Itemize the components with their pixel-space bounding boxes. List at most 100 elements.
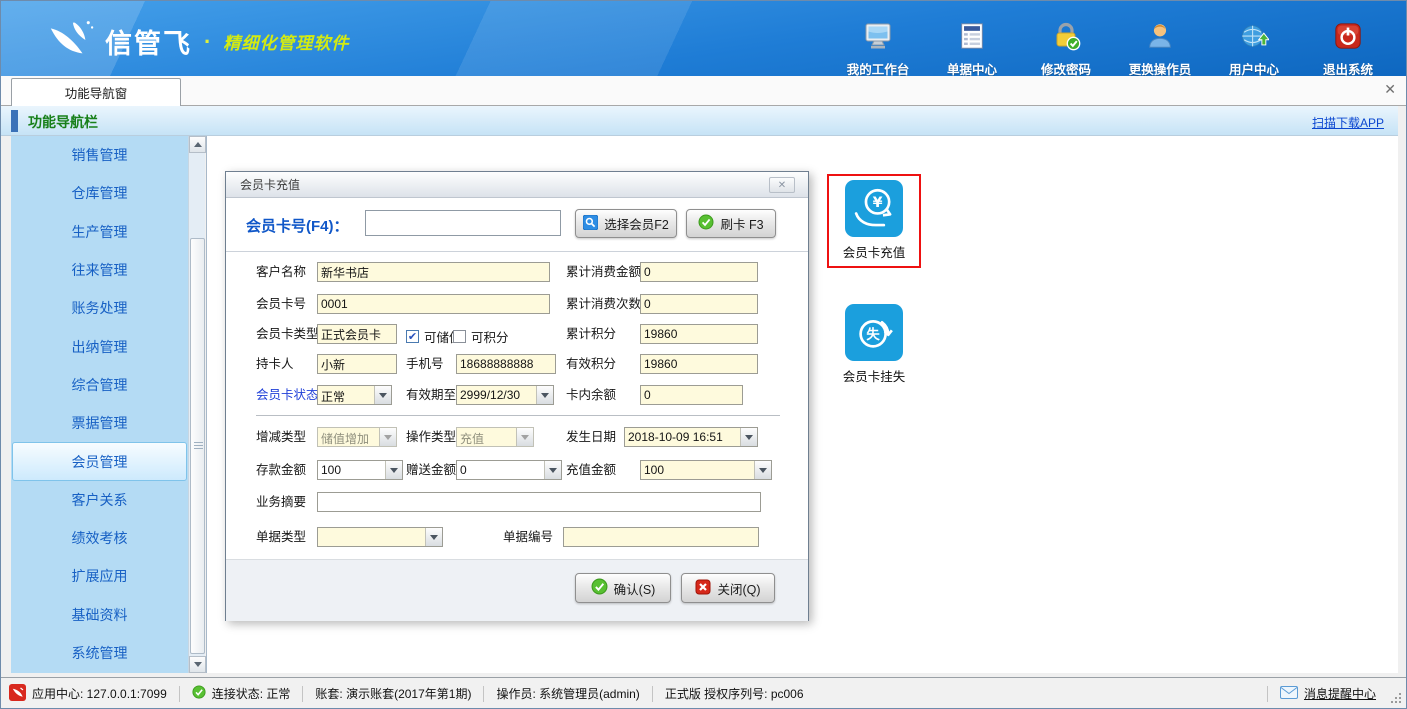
recharge-amount-combo[interactable]: 100 <box>640 460 772 480</box>
card-balance-input[interactable] <box>640 385 743 405</box>
tab-close-icon[interactable]: ✕ <box>1384 82 1396 96</box>
card-status-value: 正常 <box>318 386 374 404</box>
application-window: 信管飞 · 精细化管理软件 我的工作台 <box>0 0 1407 709</box>
brand-name: 信管飞 <box>105 22 192 61</box>
chevron-down-icon <box>516 428 533 446</box>
connection-text: 连接状态: 正常 <box>212 685 291 702</box>
card-number-input[interactable] <box>365 210 561 236</box>
nav-title: 功能导航栏 <box>28 112 98 132</box>
app-center-text: 应用中心: 127.0.0.1:7099 <box>32 685 167 702</box>
status-separator <box>179 686 180 702</box>
gift-amount-combo[interactable]: 0 <box>456 460 562 480</box>
chevron-down-icon[interactable] <box>754 461 771 479</box>
valid-until-label: 有效期至 <box>406 385 456 405</box>
total-consume-amount-input[interactable] <box>640 262 758 282</box>
scroll-up-icon[interactable] <box>189 136 206 153</box>
summary-input[interactable] <box>317 492 761 512</box>
operator-text: 操作员: 系统管理员(admin) <box>496 685 639 702</box>
toolbar-item-workbench[interactable]: 我的工作台 <box>846 21 910 78</box>
dialog-card-header: 会员卡号(F4)： 选择会员F2 <box>226 198 808 252</box>
confirm-button[interactable]: 确认(S) <box>575 573 671 603</box>
license-text: 正式版 授权序列号: pc006 <box>665 685 804 702</box>
pointable-checkbox[interactable]: 可积分 <box>453 327 509 346</box>
adjust-type-combo: 储值增加 <box>317 427 397 447</box>
member-card-no-input[interactable] <box>317 294 550 314</box>
sidebar-item-production[interactable]: 生产管理 <box>11 213 188 251</box>
download-app-link[interactable]: 扫描下载APP <box>1312 114 1384 131</box>
status-separator <box>1267 686 1268 702</box>
sidebar-item-accounting[interactable]: 账务处理 <box>11 289 188 327</box>
mobile-input[interactable] <box>456 354 556 374</box>
chevron-down-icon[interactable] <box>425 528 442 546</box>
scroll-down-icon[interactable] <box>189 656 206 673</box>
sidebar-item-sales[interactable]: 销售管理 <box>11 136 188 174</box>
summary-label: 业务摘要 <box>256 492 306 512</box>
sidebar-item-members[interactable]: 会员管理 <box>12 442 187 480</box>
message-center-link[interactable]: 消息提醒中心 <box>1304 685 1376 702</box>
total-points-label: 累计积分 <box>566 324 616 344</box>
toolbar-item-documents[interactable]: 单据中心 <box>940 21 1004 78</box>
doc-no-input[interactable] <box>563 527 759 547</box>
app-logo-icon <box>45 17 95 66</box>
app-logo-mini-icon <box>9 684 26 704</box>
status-connection: 连接状态: 正常 <box>192 685 291 702</box>
card-balance-label: 卡内余额 <box>566 385 616 405</box>
checkbox-check-icon: ✔ <box>406 330 419 343</box>
card-type-label: 会员卡类型 <box>256 324 319 344</box>
adjust-type-value: 储值增加 <box>318 428 379 446</box>
sidebar-item-system[interactable]: 系统管理 <box>11 634 188 672</box>
chevron-down-icon[interactable] <box>536 386 553 404</box>
member-card-no-label: 会员卡号 <box>256 294 306 314</box>
status-app-center: 应用中心: 127.0.0.1:7099 <box>9 684 167 704</box>
sidebar-item-warehouse[interactable]: 仓库管理 <box>11 174 188 212</box>
tab-function-navigation[interactable]: 功能导航窗 <box>11 78 181 106</box>
doc-type-combo[interactable] <box>317 527 443 547</box>
swipe-card-button[interactable]: 刷卡 F3 <box>686 209 776 238</box>
deposit-amount-combo[interactable]: 100 <box>317 460 403 480</box>
toolbar-item-change-password[interactable]: 修改密码 <box>1034 21 1098 78</box>
shortcut-member-card-loss[interactable]: 失 会员卡挂失 <box>829 304 919 385</box>
gift-amount-label: 赠送金额 <box>406 460 456 480</box>
close-dialog-button[interactable]: 关闭(Q) <box>681 573 775 603</box>
sidebar-item-general[interactable]: 综合管理 <box>11 366 188 404</box>
card-status-combo[interactable]: 正常 <box>317 385 392 405</box>
occur-date-combo[interactable]: 2018-10-09 16:51 <box>624 427 758 447</box>
chevron-down-icon[interactable] <box>385 461 402 479</box>
resize-grip[interactable] <box>1390 692 1402 704</box>
status-message-center[interactable]: 消息提醒中心 <box>1280 685 1376 702</box>
shortcut-member-card-recharge[interactable]: ¥ 会员卡充值 <box>827 174 921 268</box>
chevron-down-icon[interactable] <box>374 386 391 404</box>
close-x-icon <box>695 579 711 598</box>
brand: 信管飞 · 精细化管理软件 <box>45 17 349 66</box>
select-member-button[interactable]: 选择会员F2 <box>575 209 677 238</box>
valid-until-combo[interactable]: 2999/12/30 <box>456 385 554 405</box>
card-type-input[interactable] <box>317 324 397 344</box>
sidebar-scrollbar[interactable] <box>188 136 205 673</box>
sidebar-item-bills[interactable]: 票据管理 <box>11 404 188 442</box>
deposit-amount-label: 存款金额 <box>256 460 306 480</box>
main-content: 会员卡充值 ✕ 会员卡号(F4)： 选择会员F2 <box>206 136 1398 673</box>
holder-label: 持卡人 <box>256 354 294 374</box>
customer-name-input[interactable] <box>317 262 550 282</box>
doc-no-label: 单据编号 <box>503 527 553 547</box>
sidebar-item-cashier[interactable]: 出纳管理 <box>11 327 188 365</box>
total-consume-count-input[interactable] <box>640 294 758 314</box>
toolbar-item-exit[interactable]: 退出系统 <box>1316 21 1380 78</box>
sidebar-item-crm[interactable]: 客户关系 <box>11 481 188 519</box>
sidebar-item-extensions[interactable]: 扩展应用 <box>11 557 188 595</box>
sidebar-item-performance[interactable]: 绩效考核 <box>11 519 188 557</box>
chevron-down-icon[interactable] <box>544 461 561 479</box>
toolbar-item-switch-operator[interactable]: 更换操作员 <box>1128 21 1192 78</box>
toolbar-item-user-center[interactable]: 用户中心 <box>1222 21 1286 78</box>
holder-input[interactable] <box>317 354 397 374</box>
scrollbar-grip <box>194 442 203 450</box>
gift-amount-value: 0 <box>457 461 544 479</box>
connection-ok-icon <box>192 685 206 702</box>
total-points-input[interactable] <box>640 324 758 344</box>
sidebar-item-base-data[interactable]: 基础资料 <box>11 596 188 634</box>
dialog-close-icon[interactable]: ✕ <box>769 177 795 193</box>
valid-points-input[interactable] <box>640 354 758 374</box>
chevron-down-icon[interactable] <box>740 428 757 446</box>
sidebar-item-contacts[interactable]: 往来管理 <box>11 251 188 289</box>
scrollbar-thumb[interactable] <box>190 238 205 654</box>
